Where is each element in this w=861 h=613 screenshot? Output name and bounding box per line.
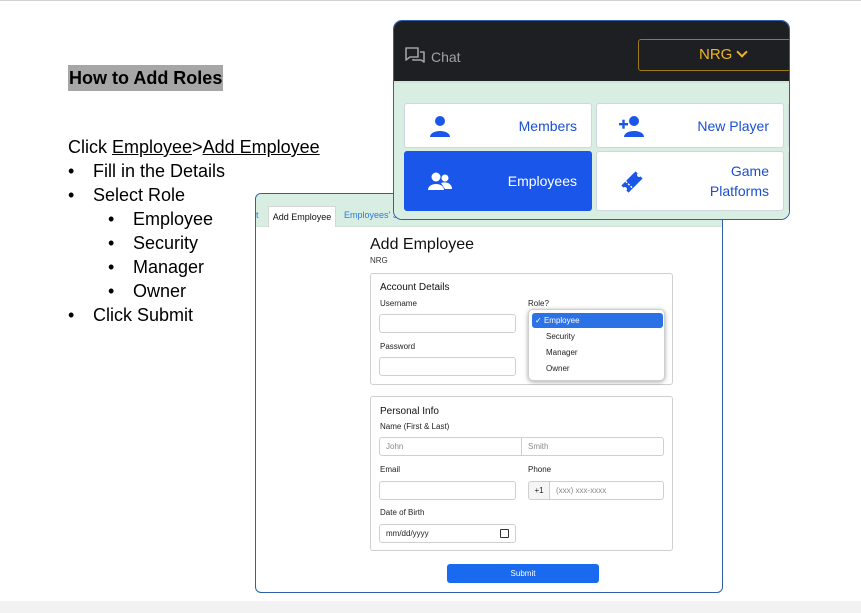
option-label: Employee bbox=[543, 316, 580, 325]
account-details-title: Account Details bbox=[380, 282, 450, 293]
phone-input[interactable]: (xxx) xxx-xxxx bbox=[549, 481, 664, 500]
role-option-security[interactable]: Security bbox=[532, 329, 663, 344]
calendar-icon[interactable] bbox=[500, 529, 509, 538]
role-option-manager[interactable]: Manager bbox=[532, 345, 663, 360]
first-name-input[interactable]: John bbox=[379, 437, 522, 456]
app-topbar: Chat NRG bbox=[394, 21, 789, 83]
username-input[interactable] bbox=[379, 314, 516, 333]
tile-label: New Player bbox=[697, 117, 769, 134]
chevron-down-icon bbox=[736, 46, 749, 58]
dob-placeholder: mm/dd/yyyy bbox=[386, 529, 429, 538]
form-org: NRG bbox=[370, 256, 388, 265]
bullet: • bbox=[68, 305, 75, 325]
role-text: Manager bbox=[133, 257, 205, 277]
add-employee-screenshot: t Add Employee Employees' Sh Add Employe… bbox=[255, 193, 723, 593]
path-separator: > bbox=[192, 137, 203, 157]
step-click-path: Click Employee>Add Employee bbox=[68, 135, 320, 159]
add-employee-link[interactable]: Add Employee bbox=[203, 137, 320, 157]
tile-game-platforms[interactable]: Game Platforms bbox=[596, 151, 784, 211]
tile-label: Employees bbox=[507, 173, 577, 189]
phone-prefix: +1 bbox=[528, 481, 550, 500]
click-prefix: Click bbox=[68, 137, 112, 157]
personal-info-title: Personal Info bbox=[380, 406, 439, 417]
dob-input[interactable]: mm/dd/yyyy bbox=[379, 524, 516, 543]
role-label: Role? bbox=[528, 299, 549, 308]
form-title: Add Employee bbox=[370, 236, 475, 253]
app-nav-screenshot: Chat NRG Members New Player Employees Ga… bbox=[393, 20, 790, 220]
personal-info-card: Personal Info Name (First & Last) John S… bbox=[370, 396, 673, 551]
person-icon bbox=[430, 116, 450, 137]
org-label: NRG bbox=[699, 46, 733, 63]
tile-partial[interactable] bbox=[788, 103, 789, 148]
email-label: Email bbox=[380, 465, 401, 474]
tile-label: Game Platforms bbox=[710, 152, 769, 210]
step-fill-details: • Fill in the Details bbox=[68, 159, 320, 183]
tab-add-employee[interactable]: Add Employee bbox=[268, 206, 336, 227]
email-input[interactable] bbox=[379, 481, 516, 500]
bullet: • bbox=[108, 281, 115, 301]
username-label: Username bbox=[380, 299, 417, 308]
account-details-card: Account Details Username Password Role? … bbox=[370, 273, 673, 385]
tile-partial[interactable] bbox=[788, 151, 789, 211]
dob-label: Date of Birth bbox=[380, 508, 425, 517]
step-text: Click Submit bbox=[93, 305, 194, 325]
tile-label-line2: Platforms bbox=[709, 183, 769, 199]
submit-button[interactable]: Submit bbox=[447, 564, 599, 583]
bullet: • bbox=[68, 185, 75, 205]
chat-icon[interactable] bbox=[405, 47, 425, 65]
tile-label: Members bbox=[518, 117, 577, 134]
tile-new-player[interactable]: New Player bbox=[596, 103, 784, 148]
last-name-input[interactable]: Smith bbox=[521, 437, 664, 456]
check-icon: ✓ bbox=[535, 316, 542, 325]
bullet: • bbox=[108, 257, 115, 277]
slide: How to Add Roles Click Employee>Add Empl… bbox=[0, 0, 861, 601]
org-selector-button[interactable]: NRG bbox=[638, 39, 789, 71]
tile-employees[interactable]: Employees bbox=[404, 151, 592, 211]
phone-label: Phone bbox=[528, 465, 552, 474]
bullet: • bbox=[108, 209, 115, 229]
password-input[interactable] bbox=[379, 357, 516, 376]
role-option-employee[interactable]: ✓ Employee bbox=[532, 313, 663, 328]
chat-label[interactable]: Chat bbox=[431, 49, 461, 65]
role-text: Security bbox=[133, 233, 199, 253]
employee-link[interactable]: Employee bbox=[112, 137, 192, 157]
name-label: Name (First & Last) bbox=[380, 422, 450, 431]
nav-tile-area: Members New Player Employees Game Platfo… bbox=[394, 83, 789, 219]
password-label: Password bbox=[380, 342, 416, 351]
person-add-icon bbox=[619, 116, 644, 137]
role-text: Employee bbox=[133, 209, 214, 229]
tile-label-line1: Game bbox=[730, 163, 769, 179]
slide-heading: How to Add Roles bbox=[68, 65, 224, 91]
bullet: • bbox=[108, 233, 115, 253]
role-text: Owner bbox=[133, 281, 187, 301]
role-dropdown[interactable]: ✓ Employee Security Manager Owner bbox=[528, 309, 665, 381]
tile-members[interactable]: Members bbox=[404, 103, 592, 148]
tab-partial[interactable]: t bbox=[256, 210, 259, 220]
role-option-owner[interactable]: Owner bbox=[532, 361, 663, 376]
step-text: Select Role bbox=[93, 185, 186, 205]
ticket-icon bbox=[621, 171, 643, 193]
step-text: Fill in the Details bbox=[93, 161, 226, 181]
bullet: • bbox=[68, 161, 75, 181]
people-icon bbox=[428, 172, 452, 190]
